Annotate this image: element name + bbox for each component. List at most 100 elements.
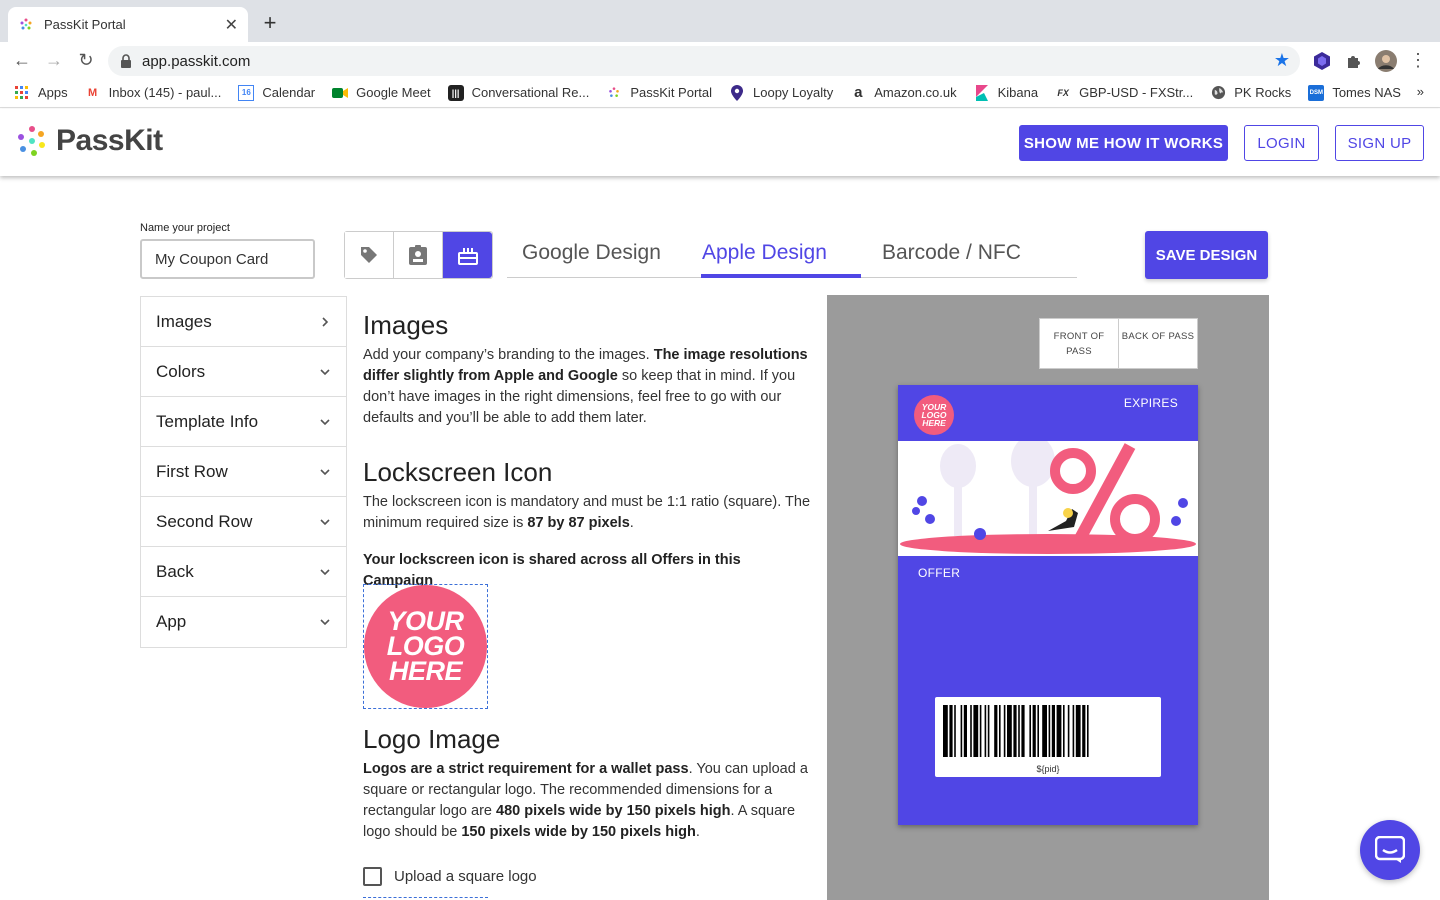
barcode-bar: [1082, 705, 1086, 757]
tab-google-design[interactable]: Google Design: [522, 241, 661, 265]
barcode-bar: [1029, 705, 1031, 757]
tab-barcode-nfc[interactable]: Barcode / NFC: [882, 241, 1021, 265]
barcode-bar: [1075, 705, 1081, 757]
gmail-icon: M: [88, 86, 98, 99]
lock-icon: [121, 54, 131, 68]
show-me-how-button[interactable]: SHOW ME HOW IT WORKS: [1019, 125, 1228, 161]
meet-icon: [332, 85, 349, 101]
barcode-bar: [999, 705, 1001, 757]
strip-image: [898, 441, 1198, 556]
close-tab-icon[interactable]: ✕: [225, 15, 238, 35]
bookmarks-overflow[interactable]: »: [1417, 84, 1424, 99]
reload-icon[interactable]: ↻: [74, 48, 98, 72]
bookmark-amazon[interactable]: a Amazon.co.uk: [850, 84, 957, 101]
logo-placeholder: YOUR LOGO HERE: [364, 585, 487, 708]
logo-image-content: Logo Image Logos are a strict requiremen…: [363, 724, 813, 843]
barcode-bar: [1032, 705, 1036, 757]
chat-bubble-icon: [1375, 836, 1405, 863]
bookmark-gmail[interactable]: M Inbox (145) - paul...: [85, 85, 221, 101]
bookmark-fx[interactable]: FX GBP-USD - FXStr...: [1055, 85, 1193, 101]
pass-logo: YOUR LOGO HERE: [914, 395, 954, 435]
project-name-label: Name your project: [140, 222, 230, 234]
offer-label: OFFER: [918, 566, 961, 580]
profile-avatar-icon[interactable]: [1375, 50, 1397, 72]
barcode: ${pid}: [935, 697, 1161, 777]
upload-square-logo-checkbox[interactable]: Upload a square logo: [363, 867, 537, 886]
barcode-bar: [943, 705, 948, 757]
barcode-bar: [1087, 705, 1089, 757]
logo-image-heading: Logo Image: [363, 724, 501, 754]
barcode-bar: [1042, 705, 1047, 757]
barcode-bar: [949, 705, 953, 757]
accordion-first-row[interactable]: First Row: [141, 447, 346, 497]
coupon-type-button[interactable]: [345, 232, 394, 278]
passkit-logo[interactable]: PassKit: [16, 124, 163, 158]
barcode-bar: [960, 705, 963, 757]
extension-hexagon-icon[interactable]: [1311, 50, 1333, 72]
accordion-second-row[interactable]: Second Row: [141, 497, 346, 547]
barcode-bars-icon: [943, 705, 1089, 757]
membership-type-button[interactable]: [394, 232, 443, 278]
accordion-colors[interactable]: Colors: [141, 347, 346, 397]
browser-menu-icon[interactable]: ⋮: [1406, 48, 1430, 72]
back-of-pass-button[interactable]: BACK OF PASS: [1119, 319, 1197, 368]
event-ticket-type-button[interactable]: [443, 232, 492, 278]
pass-card: YOUR LOGO HERE EXPIRES OFFER ${pid}: [898, 385, 1198, 825]
expires-label: EXPIRES: [1123, 396, 1178, 410]
checkbox-box[interactable]: [363, 867, 382, 886]
bookmark-kibana[interactable]: Kibana: [974, 84, 1038, 101]
images-content: Images Add your company’s branding to th…: [363, 310, 813, 592]
amazon-icon: a: [854, 84, 863, 101]
bookmark-tomes-nas[interactable]: DSM Tomes NAS: [1308, 84, 1401, 101]
bookmark-star-icon[interactable]: ★: [1274, 50, 1290, 71]
extensions-puzzle-icon[interactable]: [1343, 50, 1365, 72]
new-tab-icon[interactable]: +: [258, 10, 282, 36]
accordion-back[interactable]: Back: [141, 547, 346, 597]
bookmark-conversational[interactable]: ||| Conversational Re...: [447, 84, 589, 101]
tab-apple-design[interactable]: Apple Design: [702, 241, 827, 265]
bookmark-apps[interactable]: Apps: [14, 85, 68, 101]
forward-arrow-icon[interactable]: →: [42, 48, 66, 72]
bookmark-google-meet[interactable]: Google Meet: [332, 85, 431, 101]
barcode-bar: [963, 705, 967, 757]
back-arrow-icon[interactable]: ←: [10, 48, 34, 72]
barcode-bar: [987, 705, 990, 757]
bookmarks-bar: Apps M Inbox (145) - paul... 16 Calendar G…: [0, 78, 1440, 108]
pass-preview-panel: FRONT OF PASS BACK OF PASS YOUR LOGO HERE …: [827, 295, 1269, 900]
bookmark-passkit[interactable]: PassKit Portal: [606, 85, 712, 101]
barcode-bar: [954, 705, 956, 757]
barcode-bar: [1021, 705, 1025, 757]
kibana-icon: [974, 84, 990, 101]
tag-icon: [361, 247, 377, 263]
browser-tab[interactable]: PassKit Portal ✕: [8, 7, 248, 42]
bookmark-pk-rocks[interactable]: PK Rocks: [1210, 85, 1291, 101]
accordion-images[interactable]: Images: [141, 297, 346, 347]
sign-up-button[interactable]: SIGN UP: [1335, 125, 1424, 161]
chevron-down-icon: [320, 468, 330, 475]
app-header: PassKit SHOW ME HOW IT WORKS LOGIN SIGN …: [0, 109, 1440, 176]
bookmark-loopy[interactable]: Loopy Loyalty: [729, 84, 833, 101]
bookmark-calendar[interactable]: 16 Calendar: [238, 84, 315, 101]
discount-illustration-icon: [900, 441, 1196, 554]
brand-name: PassKit: [56, 124, 163, 157]
barcode-bar: [1056, 705, 1062, 757]
project-name-input[interactable]: [140, 239, 315, 279]
active-tab-underline: [701, 274, 861, 278]
apps-grid-icon: [14, 85, 30, 101]
barcode-text: ${pid}: [1036, 764, 1060, 774]
lockscreen-icon-upload[interactable]: YOUR LOGO HERE: [363, 584, 488, 709]
login-button[interactable]: LOGIN: [1244, 125, 1319, 161]
pass-type-selector: [344, 231, 493, 279]
passkit-logo-icon: [18, 126, 45, 156]
lockscreen-description: The lockscreen icon is mandatory and mus…: [363, 494, 811, 531]
address-bar[interactable]: app.passkit.com ★: [108, 46, 1300, 76]
dsm-icon: DSM: [1308, 84, 1325, 101]
save-design-button[interactable]: SAVE DESIGN: [1145, 231, 1268, 279]
browser-tab-title: PassKit Portal: [44, 17, 126, 32]
accordion-template-info[interactable]: Template Info: [141, 397, 346, 447]
chat-launcher-button[interactable]: [1360, 820, 1420, 880]
front-of-pass-button[interactable]: FRONT OF PASS: [1040, 319, 1119, 368]
accordion-app[interactable]: App: [141, 597, 346, 647]
id-badge-icon: [409, 245, 427, 265]
browser-tabstrip: PassKit Portal ✕ +: [0, 0, 1440, 42]
